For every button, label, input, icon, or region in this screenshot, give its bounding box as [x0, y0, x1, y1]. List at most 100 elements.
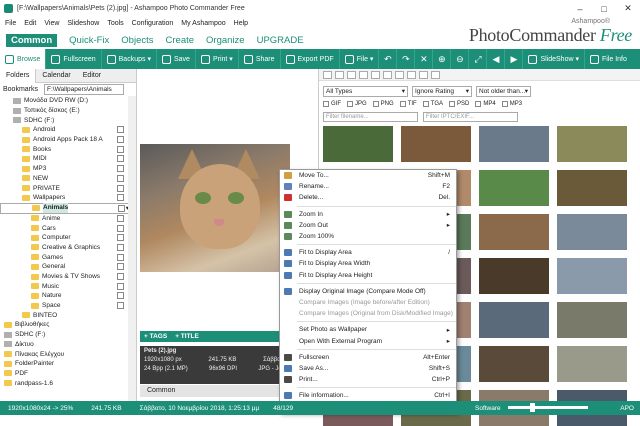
tree-node[interactable]: FolderPainter — [0, 359, 136, 369]
ext-checkbox[interactable]: MP3 — [501, 101, 522, 107]
tab-quick-fix[interactable]: Quick-Fix — [69, 35, 109, 46]
backups-button[interactable]: Backups ▾ — [102, 49, 157, 69]
context-menu-item[interactable]: Zoom 100% — [280, 231, 456, 242]
select-icon[interactable] — [407, 70, 416, 79]
tree-node[interactable]: randpass-1.6 — [0, 378, 136, 388]
thumbnail[interactable] — [557, 126, 627, 162]
next-icon[interactable]: ▶ — [505, 49, 524, 69]
preview-common-tab[interactable]: Common — [140, 385, 292, 397]
context-menu-item[interactable]: Fit to Display Area Width — [280, 258, 456, 269]
tab-upgrade[interactable]: UPGRADE — [257, 35, 304, 46]
up-icon[interactable] — [347, 70, 356, 79]
tree-node[interactable]: SDHC (F:) — [0, 330, 136, 340]
print-button[interactable]: Print ▾ — [196, 49, 239, 69]
tree-node[interactable]: Βιβλιοθήκες — [0, 320, 136, 330]
tree-node[interactable]: Music — [0, 281, 136, 291]
ext-checkbox[interactable]: PNG — [372, 101, 394, 107]
tree-node[interactable]: Τοπικός δίσκος (E:) — [0, 106, 136, 116]
thumbnail[interactable] — [479, 346, 549, 382]
ext-checkbox[interactable]: TGA — [422, 101, 443, 107]
tab-create[interactable]: Create — [166, 35, 195, 46]
thumbnail[interactable] — [479, 170, 549, 206]
context-menu-item[interactable]: Print... Ctrl+P — [280, 374, 456, 385]
tree-node[interactable]: General — [0, 262, 136, 272]
forward-icon[interactable] — [335, 70, 344, 79]
tree-checkbox[interactable] — [117, 234, 124, 242]
tree-node[interactable]: Creative & Graphics — [0, 243, 136, 253]
tree-node[interactable]: BINTEO — [0, 310, 136, 320]
tab-calendar[interactable]: Calendar — [36, 72, 76, 79]
zoom-in-icon[interactable]: ⊕ — [433, 49, 452, 69]
tab-folders[interactable]: Folders — [0, 68, 37, 83]
tree-scrollbar[interactable] — [128, 96, 136, 401]
context-menu-item[interactable]: Set Photo as Wallpaper ▸ — [280, 324, 456, 335]
sort-icon[interactable] — [383, 70, 392, 79]
tree-checkbox[interactable] — [117, 155, 124, 163]
tree-node[interactable]: Anime — [0, 214, 136, 224]
zoom-out-icon[interactable]: ⊖ — [451, 49, 470, 69]
tree-node[interactable]: Cars — [0, 223, 136, 233]
tree-node[interactable]: Space — [0, 301, 136, 311]
tree-checkbox[interactable] — [117, 145, 124, 153]
tree-node[interactable]: Δίκτυο — [0, 340, 136, 350]
grid-icon[interactable] — [419, 70, 428, 79]
slideshow-button[interactable]: SlideShow ▾ — [523, 49, 585, 69]
tab-editor[interactable]: Editor — [77, 72, 107, 79]
tree-node[interactable]: SDHC (F:) — [0, 115, 136, 125]
tree-checkbox[interactable] — [117, 243, 124, 251]
tree-checkbox[interactable] — [117, 165, 124, 173]
thumbnail[interactable] — [479, 302, 549, 338]
tree-checkbox[interactable] — [117, 273, 124, 281]
menu-help[interactable]: Help — [234, 20, 248, 27]
file-menu-button[interactable]: File ▾ — [340, 49, 380, 69]
tree-checkbox[interactable] — [117, 302, 124, 310]
refresh-icon[interactable] — [359, 70, 368, 79]
context-menu-item[interactable]: Save As... Shift+S — [280, 363, 456, 374]
tree-checkbox[interactable] — [117, 136, 124, 144]
context-menu-item[interactable]: Fit to Display Area Height — [280, 270, 456, 281]
rotate-left-icon[interactable]: ↶ — [379, 49, 398, 69]
view-icon[interactable] — [371, 70, 380, 79]
menu-view[interactable]: View — [44, 20, 59, 27]
fit-icon[interactable]: ⤢ — [469, 49, 488, 69]
file-info-button[interactable]: File Info — [585, 49, 632, 69]
minimize-button[interactable]: – — [568, 0, 592, 17]
thumbnail[interactable] — [479, 258, 549, 294]
folder-path-field[interactable]: F:\Wallpapers\Animals — [44, 84, 125, 95]
filename-filter-input[interactable]: Filter filename... — [323, 112, 418, 122]
zoom-slider[interactable] — [508, 403, 588, 412]
filter-icon[interactable] — [395, 70, 404, 79]
tree-node[interactable]: PDF — [0, 369, 136, 379]
tree-checkbox[interactable] — [117, 282, 124, 290]
tree-checkbox[interactable] — [117, 194, 124, 202]
tree-checkbox[interactable] — [117, 174, 124, 182]
context-menu-item[interactable]: File information... Ctrl+I — [280, 390, 456, 401]
ext-checkbox[interactable]: TIF — [399, 101, 417, 107]
thumbnail[interactable] — [557, 258, 627, 294]
tree-node[interactable]: Books — [0, 144, 136, 154]
menu-my-ashampoo[interactable]: My Ashampoo — [181, 20, 225, 27]
iptc-filter-input[interactable]: Filter IPTC/EXIF... — [423, 112, 518, 122]
context-menu-item[interactable]: Fullscreen Alt+Enter — [280, 352, 456, 363]
tree-node[interactable]: Πίνακας Ελέγχου — [0, 349, 136, 359]
menu-slideshow[interactable]: Slideshow — [67, 20, 99, 27]
tree-node[interactable]: Android — [0, 125, 136, 135]
age-filter-select[interactable]: Not older than... — [476, 85, 531, 97]
context-menu-item[interactable]: Zoom Out ▸ — [280, 220, 456, 231]
tree-node[interactable]: Μονάδα DVD RW (D:) — [0, 96, 136, 106]
tree-checkbox[interactable] — [117, 126, 124, 134]
tab-organize[interactable]: Organize — [206, 35, 245, 46]
menu-file[interactable]: File — [5, 20, 16, 27]
export-pdf-button[interactable]: Export PDF — [281, 49, 340, 69]
menu-configuration[interactable]: Configuration — [132, 20, 174, 27]
tree-node[interactable]: Android Apps Pack 18 A — [0, 135, 136, 145]
context-menu-item[interactable]: Zoom In ▸ — [280, 209, 456, 220]
context-menu-item[interactable]: Display Original Image (Compare Mode Off… — [280, 286, 456, 297]
fullscreen-button[interactable]: Fullscreen — [46, 49, 102, 69]
tab-common[interactable]: Common — [6, 33, 58, 47]
type-filter-select[interactable]: All Types — [323, 85, 408, 97]
save-button[interactable]: Save — [157, 49, 196, 69]
context-menu-item[interactable]: Open With External Program ▸ — [280, 335, 456, 346]
menu-edit[interactable]: Edit — [24, 20, 36, 27]
ext-checkbox[interactable]: MP4 — [475, 101, 496, 107]
